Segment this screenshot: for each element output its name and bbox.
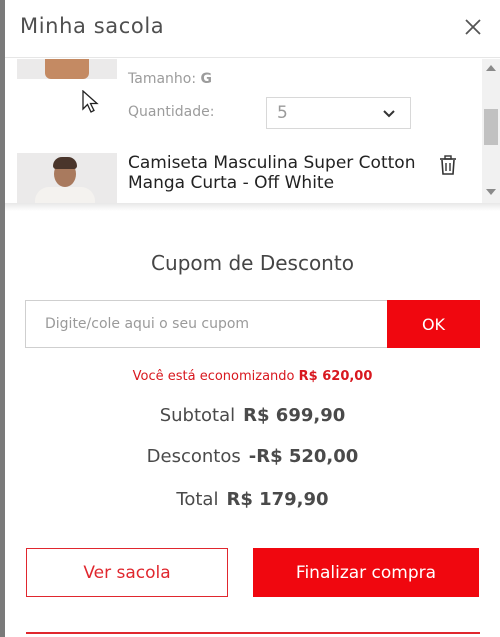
cart-title: Minha sacola xyxy=(20,14,165,38)
subtotal-row: Subtotal R$ 699,90 xyxy=(5,405,500,426)
close-icon[interactable] xyxy=(462,16,484,38)
item-size-value: G xyxy=(200,71,213,87)
total-label: Total xyxy=(176,489,219,510)
savings-message: Você está economizando R$ 620,00 xyxy=(5,369,500,384)
discounts-value: -R$ 520,00 xyxy=(248,446,359,467)
subtotal-label: Subtotal xyxy=(159,405,236,426)
scroll-down-arrow-icon[interactable] xyxy=(486,189,496,195)
item-quantity-label: Quantidade: xyxy=(128,104,215,120)
quantity-value: 5 xyxy=(277,103,288,123)
savings-prefix: Você está economizando xyxy=(132,369,295,384)
view-bag-button[interactable]: Ver sacola xyxy=(26,548,228,597)
cart-drawer: Minha sacola Tamanho: G Quantidade: 5 Ca… xyxy=(5,0,500,637)
quantity-select[interactable]: 5 xyxy=(266,97,411,129)
coupon-input[interactable] xyxy=(25,300,387,348)
product-image-shirt xyxy=(35,187,95,203)
total-value: R$ 179,90 xyxy=(226,489,329,510)
scrollbar-thumb[interactable] xyxy=(484,109,498,145)
trash-icon[interactable] xyxy=(439,155,457,175)
total-row: Total R$ 179,90 xyxy=(5,489,500,510)
item-size: Tamanho: G xyxy=(128,71,212,87)
scroll-up-arrow-icon[interactable] xyxy=(486,65,496,71)
product-image xyxy=(17,153,117,203)
product-image xyxy=(17,59,117,79)
next-button-edge xyxy=(26,632,480,637)
checkout-button[interactable]: Finalizar compra xyxy=(253,548,479,597)
item-name[interactable]: Camiseta Masculina Super Cotton Manga Cu… xyxy=(128,153,428,193)
product-image-hair xyxy=(53,157,77,169)
chevron-down-icon xyxy=(383,110,395,118)
discounts-label: Descontos xyxy=(146,446,241,467)
items-scrollbar[interactable] xyxy=(482,59,500,203)
mouse-pointer-icon xyxy=(82,90,99,113)
discounts-row: Descontos -R$ 520,00 xyxy=(5,446,500,467)
coupon-title: Cupom de Desconto xyxy=(151,251,354,275)
items-divider xyxy=(5,203,500,211)
apply-coupon-button[interactable]: OK xyxy=(387,300,480,348)
subtotal-value: R$ 699,90 xyxy=(243,405,346,426)
cart-header: Minha sacola xyxy=(5,0,500,58)
cart-items-list: Tamanho: G Quantidade: 5 Camiseta Mascul… xyxy=(5,59,500,203)
savings-amount: R$ 620,00 xyxy=(298,369,373,384)
item-size-label: Tamanho: xyxy=(128,71,197,87)
product-image-shorts xyxy=(45,59,89,79)
